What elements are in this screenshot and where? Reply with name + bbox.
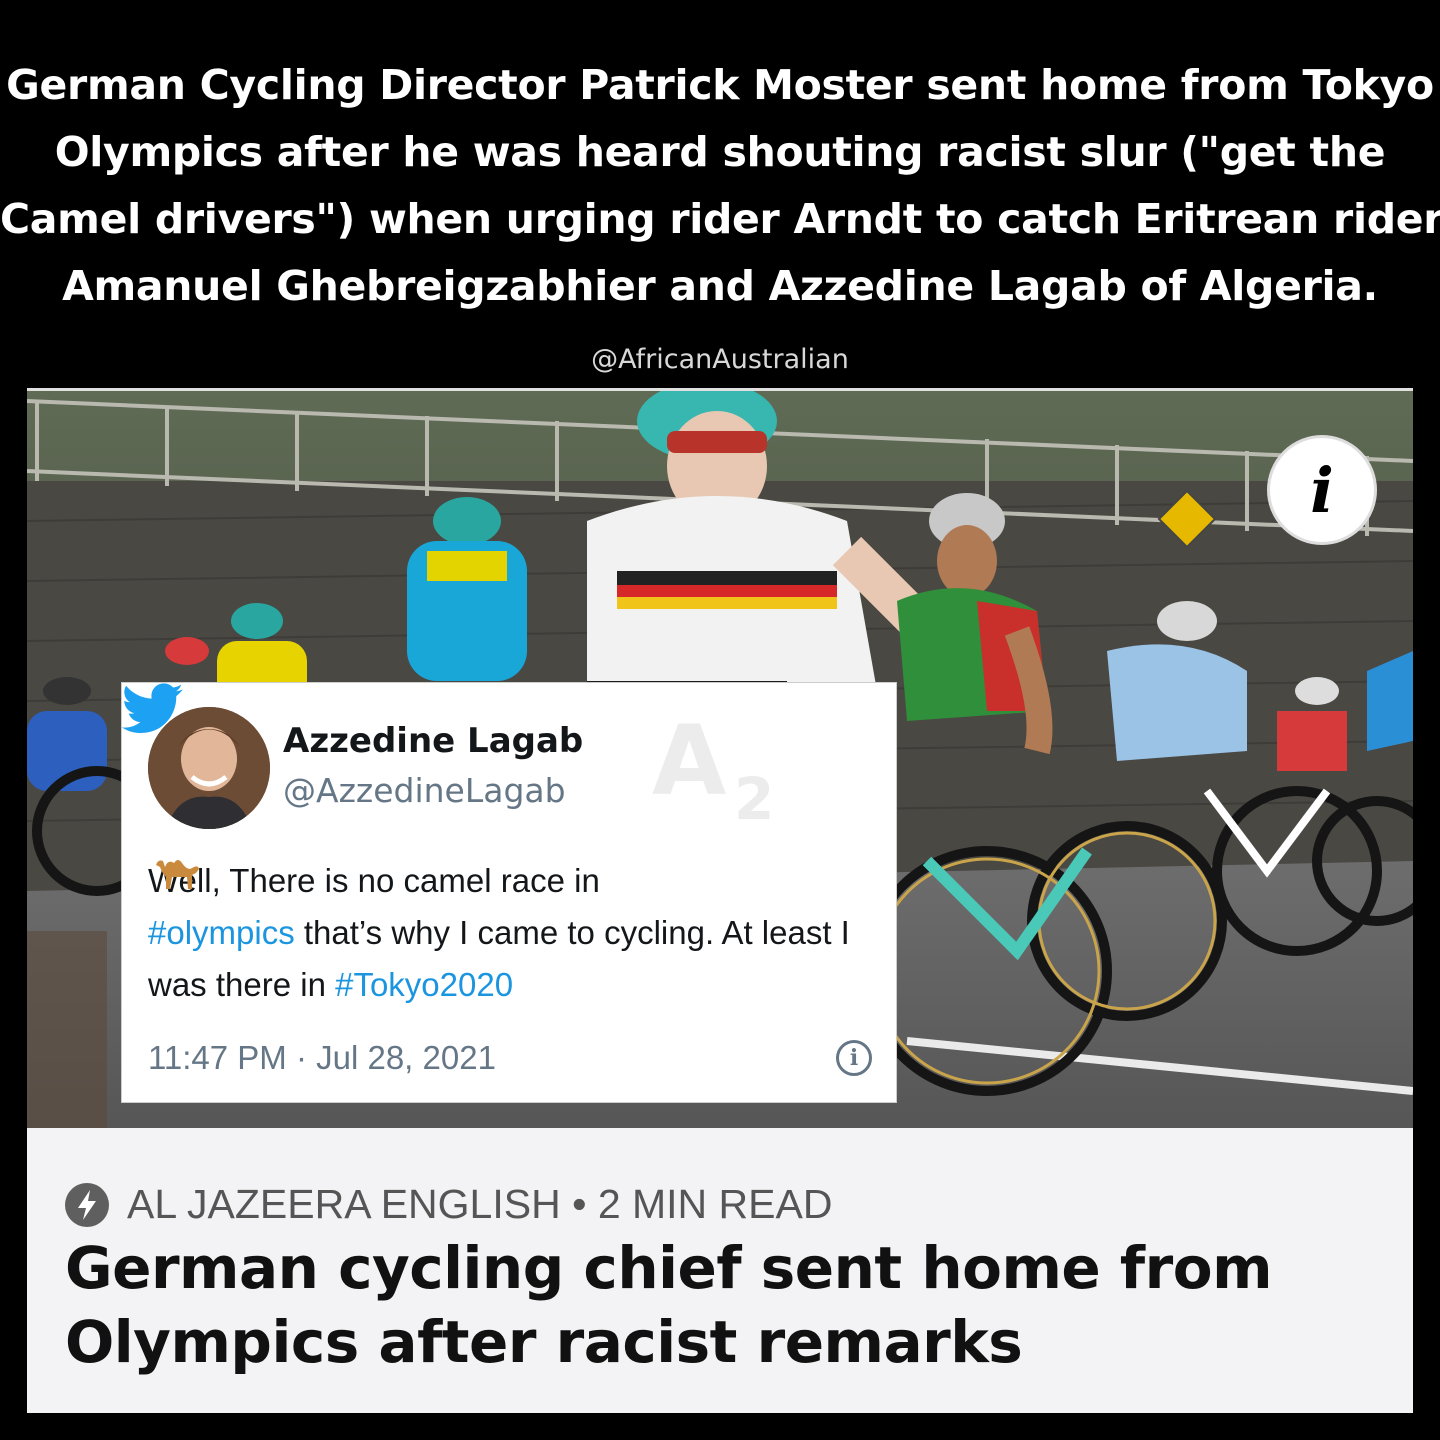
article-title-line-1: German cycling chief sent home from [65,1234,1273,1302]
tweet-timestamp[interactable]: 11:47 PM · Jul 28, 2021 [148,1039,496,1077]
camel-emoji-icon [156,860,199,889]
article-title-line-2: Olympics after racist remarks [65,1308,1023,1376]
tweet-author-username[interactable]: @AzzedineLagab [283,771,566,810]
article-title[interactable]: German cycling chief sent home from Olym… [65,1231,1365,1379]
headline-line-4: Amanuel Ghebreigzabhier and Azzedine Lag… [62,262,1378,310]
headline-line-3: Camel drivers") when urging rider Arndt … [0,195,1440,243]
headline-line-2: Olympics after he was heard shouting rac… [54,128,1386,176]
watermark: A [652,705,727,817]
watermark-subscript: 2 [734,765,775,833]
article-card[interactable]: i A 2 Azzedine Lagab @AzzedineLagab Well… [27,388,1413,1413]
tweet-text: Well, There is no camel race in #olympic… [148,855,868,1011]
twitter-bird-icon[interactable] [122,683,184,735]
lightning-bolt-icon [65,1182,109,1227]
tweet-author-name[interactable]: Azzedine Lagab [283,721,583,761]
tweet-text-part-2: race in [500,862,600,899]
info-icon[interactable]: i [1267,435,1377,545]
article-photo[interactable]: i A 2 Azzedine Lagab @AzzedineLagab Well… [27,391,1413,1128]
embedded-tweet[interactable]: A 2 Azzedine Lagab @AzzedineLagab Well, … [121,682,897,1103]
tweet-info-icon[interactable]: i [836,1040,872,1076]
hashtag-olympics-link[interactable]: #olympics [148,914,295,951]
author-handle: @AfricanAustralian [591,344,849,375]
article-source-label: AL JAZEERA ENGLISH • 2 MIN READ [127,1181,833,1227]
headline-line-1: German Cycling Director Patrick Moster s… [6,61,1434,109]
article-source: AL JAZEERA ENGLISH • 2 MIN READ [65,1181,832,1228]
headline: German Cycling Director Patrick Moster s… [0,52,1440,320]
hashtag-tokyo2020-link[interactable]: #Tokyo2020 [335,966,513,1003]
